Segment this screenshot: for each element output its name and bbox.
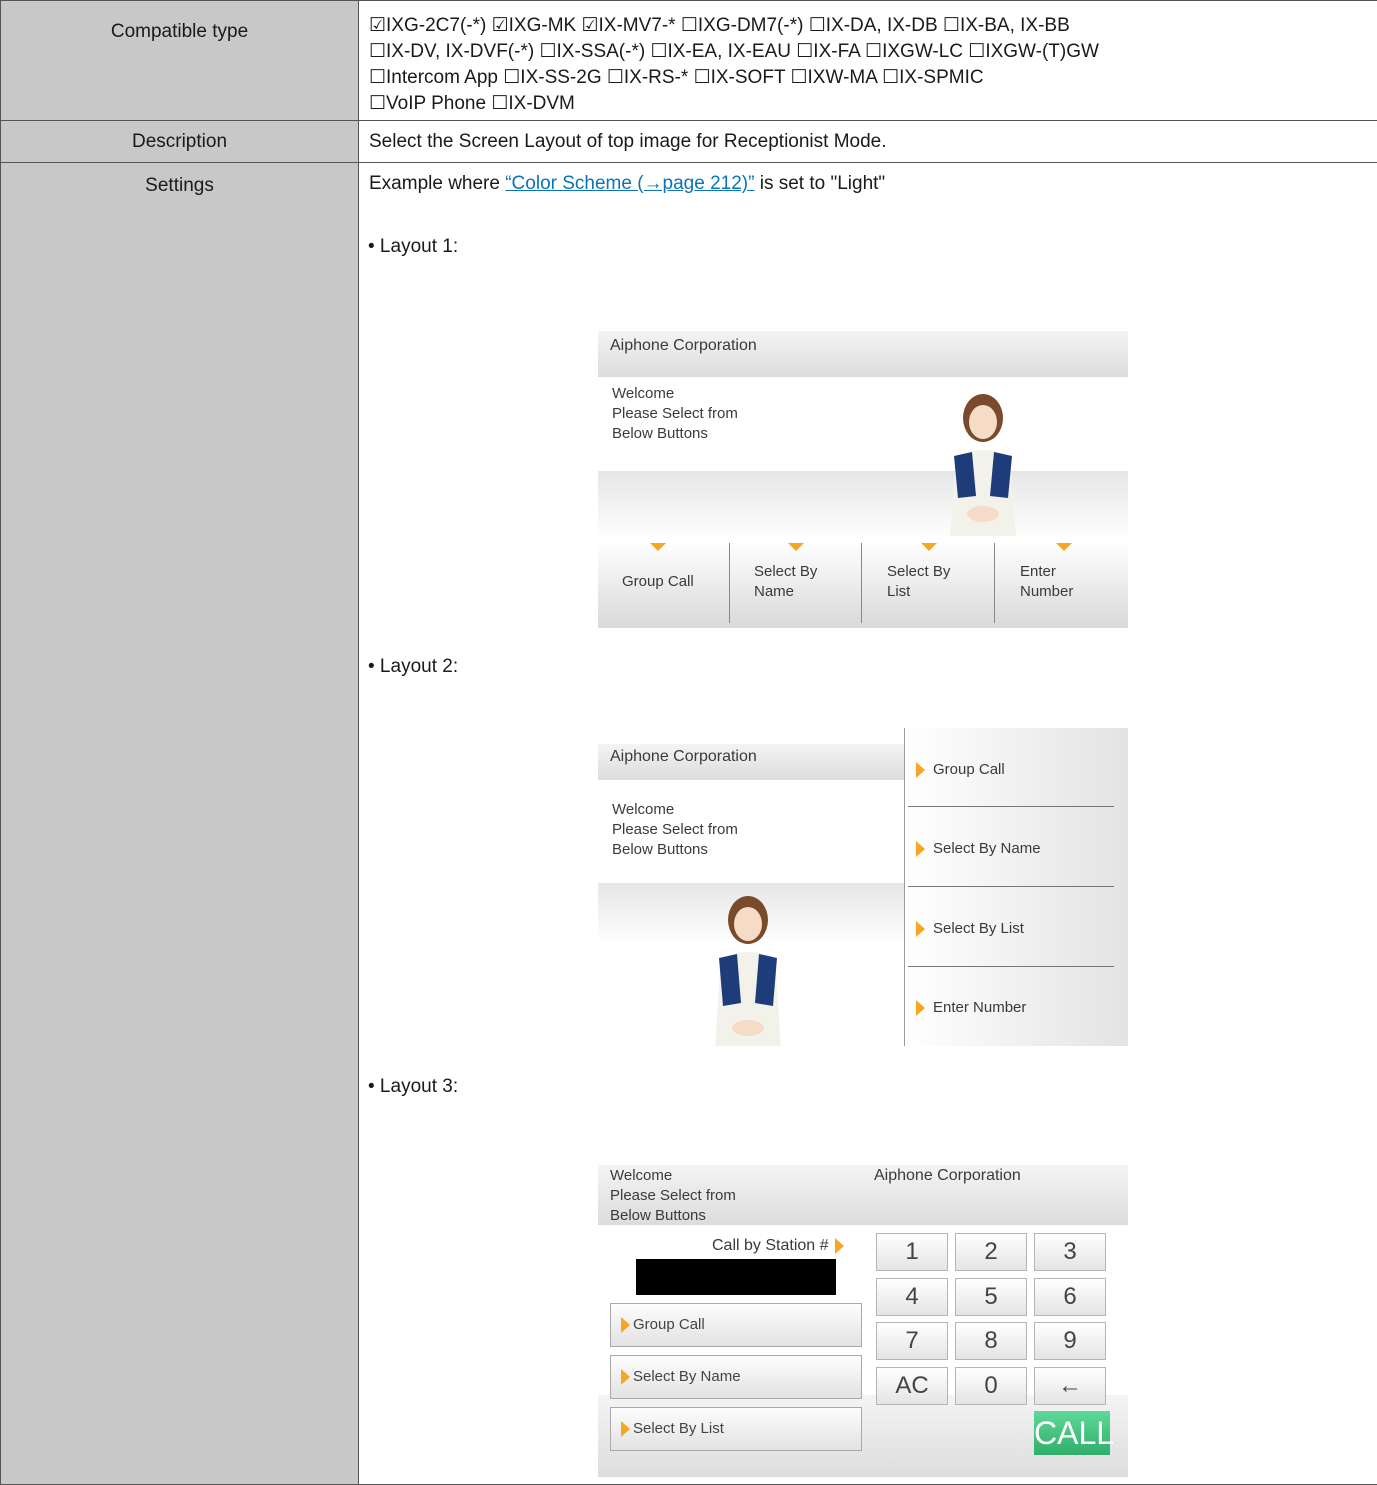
- arrow-right-icon: [621, 1317, 630, 1333]
- settings-label: Settings: [1, 163, 359, 1485]
- keypad-key: 0: [955, 1367, 1027, 1405]
- receptionist-figure: [703, 888, 793, 1046]
- layout3-title: • Layout 3:: [368, 1076, 458, 1098]
- layout2-screen: Aiphone Corporation WelcomePlease Select…: [598, 728, 1128, 1046]
- layout1-select-by-name: Select ByName: [754, 562, 817, 602]
- call-button: CALL: [1034, 1411, 1110, 1455]
- company-name: Aiphone Corporation: [874, 1167, 1021, 1185]
- layout1-title: • Layout 1:: [368, 236, 458, 258]
- keypad-key: 2: [955, 1233, 1027, 1271]
- keypad-key: AC: [876, 1367, 948, 1405]
- layout3-group-call: Group Call: [610, 1303, 862, 1347]
- layout3-screen: WelcomePlease Select fromBelow Buttons A…: [598, 1165, 1128, 1477]
- receptionist-figure: [938, 386, 1028, 536]
- welcome-text: WelcomePlease Select fromBelow Buttons: [610, 1166, 736, 1226]
- compat-line: ☐VoIP Phone ☐IX-DVM: [369, 91, 1367, 117]
- layout2-select-by-list: Select By List: [916, 919, 1024, 939]
- layout3-select-by-list: Select By List: [610, 1407, 862, 1451]
- layout2-title: • Layout 2:: [368, 656, 458, 678]
- layout1-screen: Aiphone Corporation WelcomePlease Select…: [598, 331, 1128, 628]
- welcome-text: WelcomePlease Select fromBelow Buttons: [612, 384, 738, 444]
- arrow-right-icon: [835, 1238, 844, 1254]
- description-value: Select the Screen Layout of top image fo…: [359, 121, 1377, 163]
- keypad-key: 7: [876, 1322, 948, 1360]
- keypad-key: 1: [876, 1233, 948, 1271]
- station-number-display: [636, 1259, 836, 1295]
- layout1-select-by-list: Select ByList: [887, 562, 950, 602]
- arrow-right-icon: [916, 841, 925, 857]
- call-by-station-label: Call by Station #: [712, 1236, 852, 1256]
- keypad-key: 5: [955, 1278, 1027, 1316]
- compat-line: ☐Intercom App ☐IX-SS-2G ☐IX-RS-* ☐IX-SOF…: [369, 65, 1367, 91]
- compat-line: ☑IXG-2C7(-*) ☑IXG-MK ☑IX-MV7-* ☐IXG-DM7(…: [369, 13, 1367, 39]
- company-name: Aiphone Corporation: [610, 337, 757, 355]
- arrow-right-icon: [621, 1421, 630, 1437]
- color-scheme-link[interactable]: “Color Scheme (→page 212)”: [505, 173, 754, 194]
- description-label: Description: [1, 121, 359, 163]
- keypad-key: 8: [955, 1322, 1027, 1360]
- keypad-key: 4: [876, 1278, 948, 1316]
- arrow-right-icon: [621, 1369, 630, 1385]
- layout2-select-by-name: Select By Name: [916, 839, 1041, 859]
- keypad-key: 6: [1034, 1278, 1106, 1316]
- keypad-key: 9: [1034, 1322, 1106, 1360]
- settings-intro: Example where “Color Scheme (→page 212)”…: [369, 171, 1367, 197]
- compatible-type-label: Compatible type: [1, 1, 359, 121]
- layout3-select-by-name: Select By Name: [610, 1355, 862, 1399]
- welcome-text: WelcomePlease Select fromBelow Buttons: [612, 800, 738, 860]
- arrow-right-icon: [916, 921, 925, 937]
- layout1-group-call: Group Call: [622, 572, 694, 592]
- layout2-group-call: Group Call: [916, 760, 1005, 780]
- company-name: Aiphone Corporation: [610, 748, 757, 766]
- compatible-type-value: ☑IXG-2C7(-*) ☑IXG-MK ☑IX-MV7-* ☐IXG-DM7(…: [359, 1, 1377, 121]
- keypad-key: 3: [1034, 1233, 1106, 1271]
- backspace-icon: ←: [1034, 1367, 1106, 1405]
- layout2-enter-number: Enter Number: [916, 998, 1026, 1018]
- layout1-enter-number: EnterNumber: [1020, 562, 1073, 602]
- arrow-right-icon: [916, 1000, 925, 1016]
- compat-line: ☐IX-DV, IX-DVF(-*) ☐IX-SSA(-*) ☐IX-EA, I…: [369, 39, 1367, 65]
- arrow-right-icon: [916, 762, 925, 778]
